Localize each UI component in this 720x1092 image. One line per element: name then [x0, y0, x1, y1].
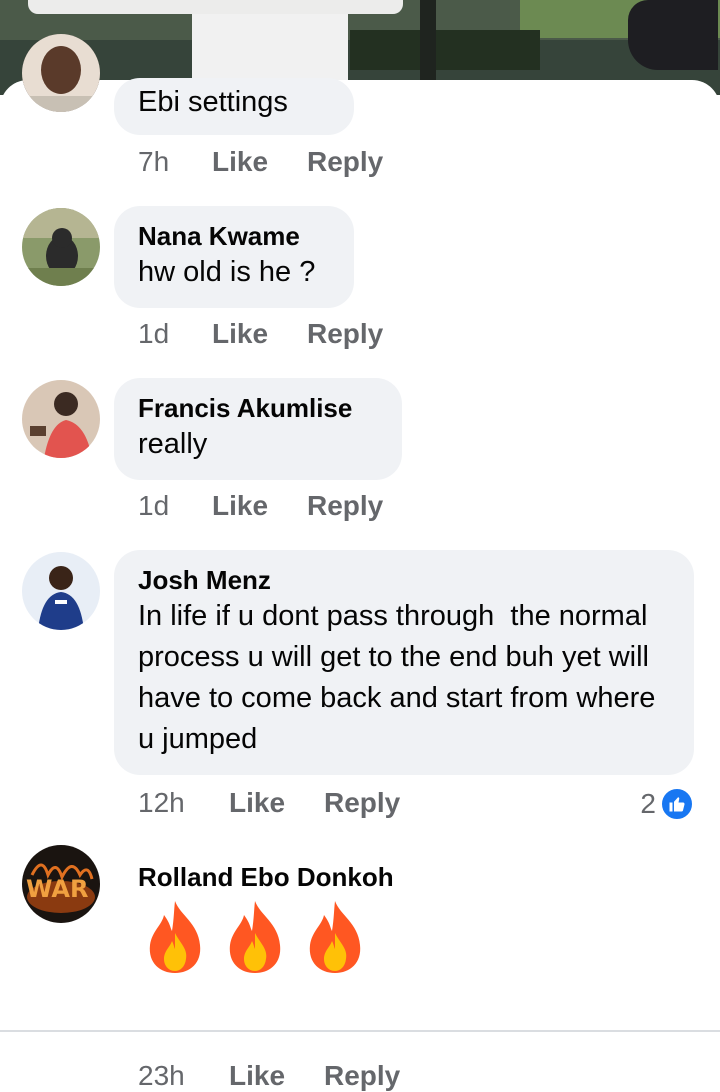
comment-text: Ebi settings: [138, 86, 288, 118]
reply-button[interactable]: Reply: [307, 318, 383, 350]
like-button[interactable]: Like: [212, 146, 307, 178]
svg-text:WAR: WAR: [26, 875, 88, 903]
reply-button[interactable]: Reply: [324, 1060, 400, 1092]
fire-icon: [149, 901, 201, 973]
reply-button[interactable]: Reply: [307, 490, 383, 522]
like-button[interactable]: Like: [229, 1060, 324, 1092]
comment-bubble[interactable]: Josh Menz In life if u dont pass through…: [114, 550, 694, 775]
avatar[interactable]: [22, 34, 100, 112]
avatar-photo: [22, 552, 100, 630]
like-button[interactable]: Like: [212, 318, 307, 350]
comment-text: hw old is he ?: [138, 256, 316, 288]
photo-bench: [350, 30, 540, 70]
comment-time: 1d: [138, 318, 170, 349]
fire-icon: [229, 901, 281, 973]
comment-time: 23h: [138, 1060, 185, 1091]
avatar-photo: [22, 208, 100, 286]
comment-time: 1d: [138, 490, 170, 521]
comment-author[interactable]: Francis Akumlise: [138, 392, 378, 424]
comment-bubble[interactable]: Francis Akumlise really: [114, 378, 402, 480]
like-button[interactable]: Like: [229, 787, 324, 819]
comment-author[interactable]: Nana Kwame: [138, 220, 330, 252]
avatar[interactable]: WAR: [22, 845, 100, 923]
comment-actions: 12h Like Reply: [138, 787, 400, 819]
comment-bubble[interactable]: Ebi settings: [114, 78, 354, 135]
avatar-photo: [22, 34, 100, 112]
photo-person: [628, 0, 718, 70]
comment-time: 7h: [138, 146, 170, 177]
thumbs-up-icon: [660, 787, 694, 821]
comment-text: really: [138, 428, 208, 460]
reaction-count: 2: [640, 788, 656, 819]
avatar[interactable]: [22, 380, 100, 458]
reaction-summary[interactable]: 2: [640, 787, 694, 821]
comment-text: In life if u dont pass through the norma…: [138, 600, 664, 755]
reply-button[interactable]: Reply: [324, 787, 400, 819]
comment-actions: 23h Like Reply: [138, 1060, 400, 1092]
comment-time: 12h: [138, 787, 185, 818]
comment-actions: 1d Like Reply: [138, 490, 383, 522]
avatar-photo: WAR: [22, 845, 100, 923]
avatar[interactable]: [22, 552, 100, 630]
comment-author[interactable]: Josh Menz: [138, 564, 670, 596]
comments-sheet: Ebi settings 7h Like Reply Nana Kwame hw…: [0, 34, 720, 1091]
fire-icon: [309, 901, 361, 973]
divider: [0, 1030, 720, 1032]
avatar-photo: [22, 380, 100, 458]
emoji-row: [140, 885, 370, 975]
comment-actions: 1d Like Reply: [138, 318, 383, 350]
like-button[interactable]: Like: [212, 490, 307, 522]
photo-caption-box: [28, 0, 403, 14]
reply-button[interactable]: Reply: [307, 146, 383, 178]
avatar[interactable]: [22, 208, 100, 286]
comment-bubble[interactable]: Nana Kwame hw old is he ?: [114, 206, 354, 308]
comment-actions: 7h Like Reply: [138, 146, 383, 178]
